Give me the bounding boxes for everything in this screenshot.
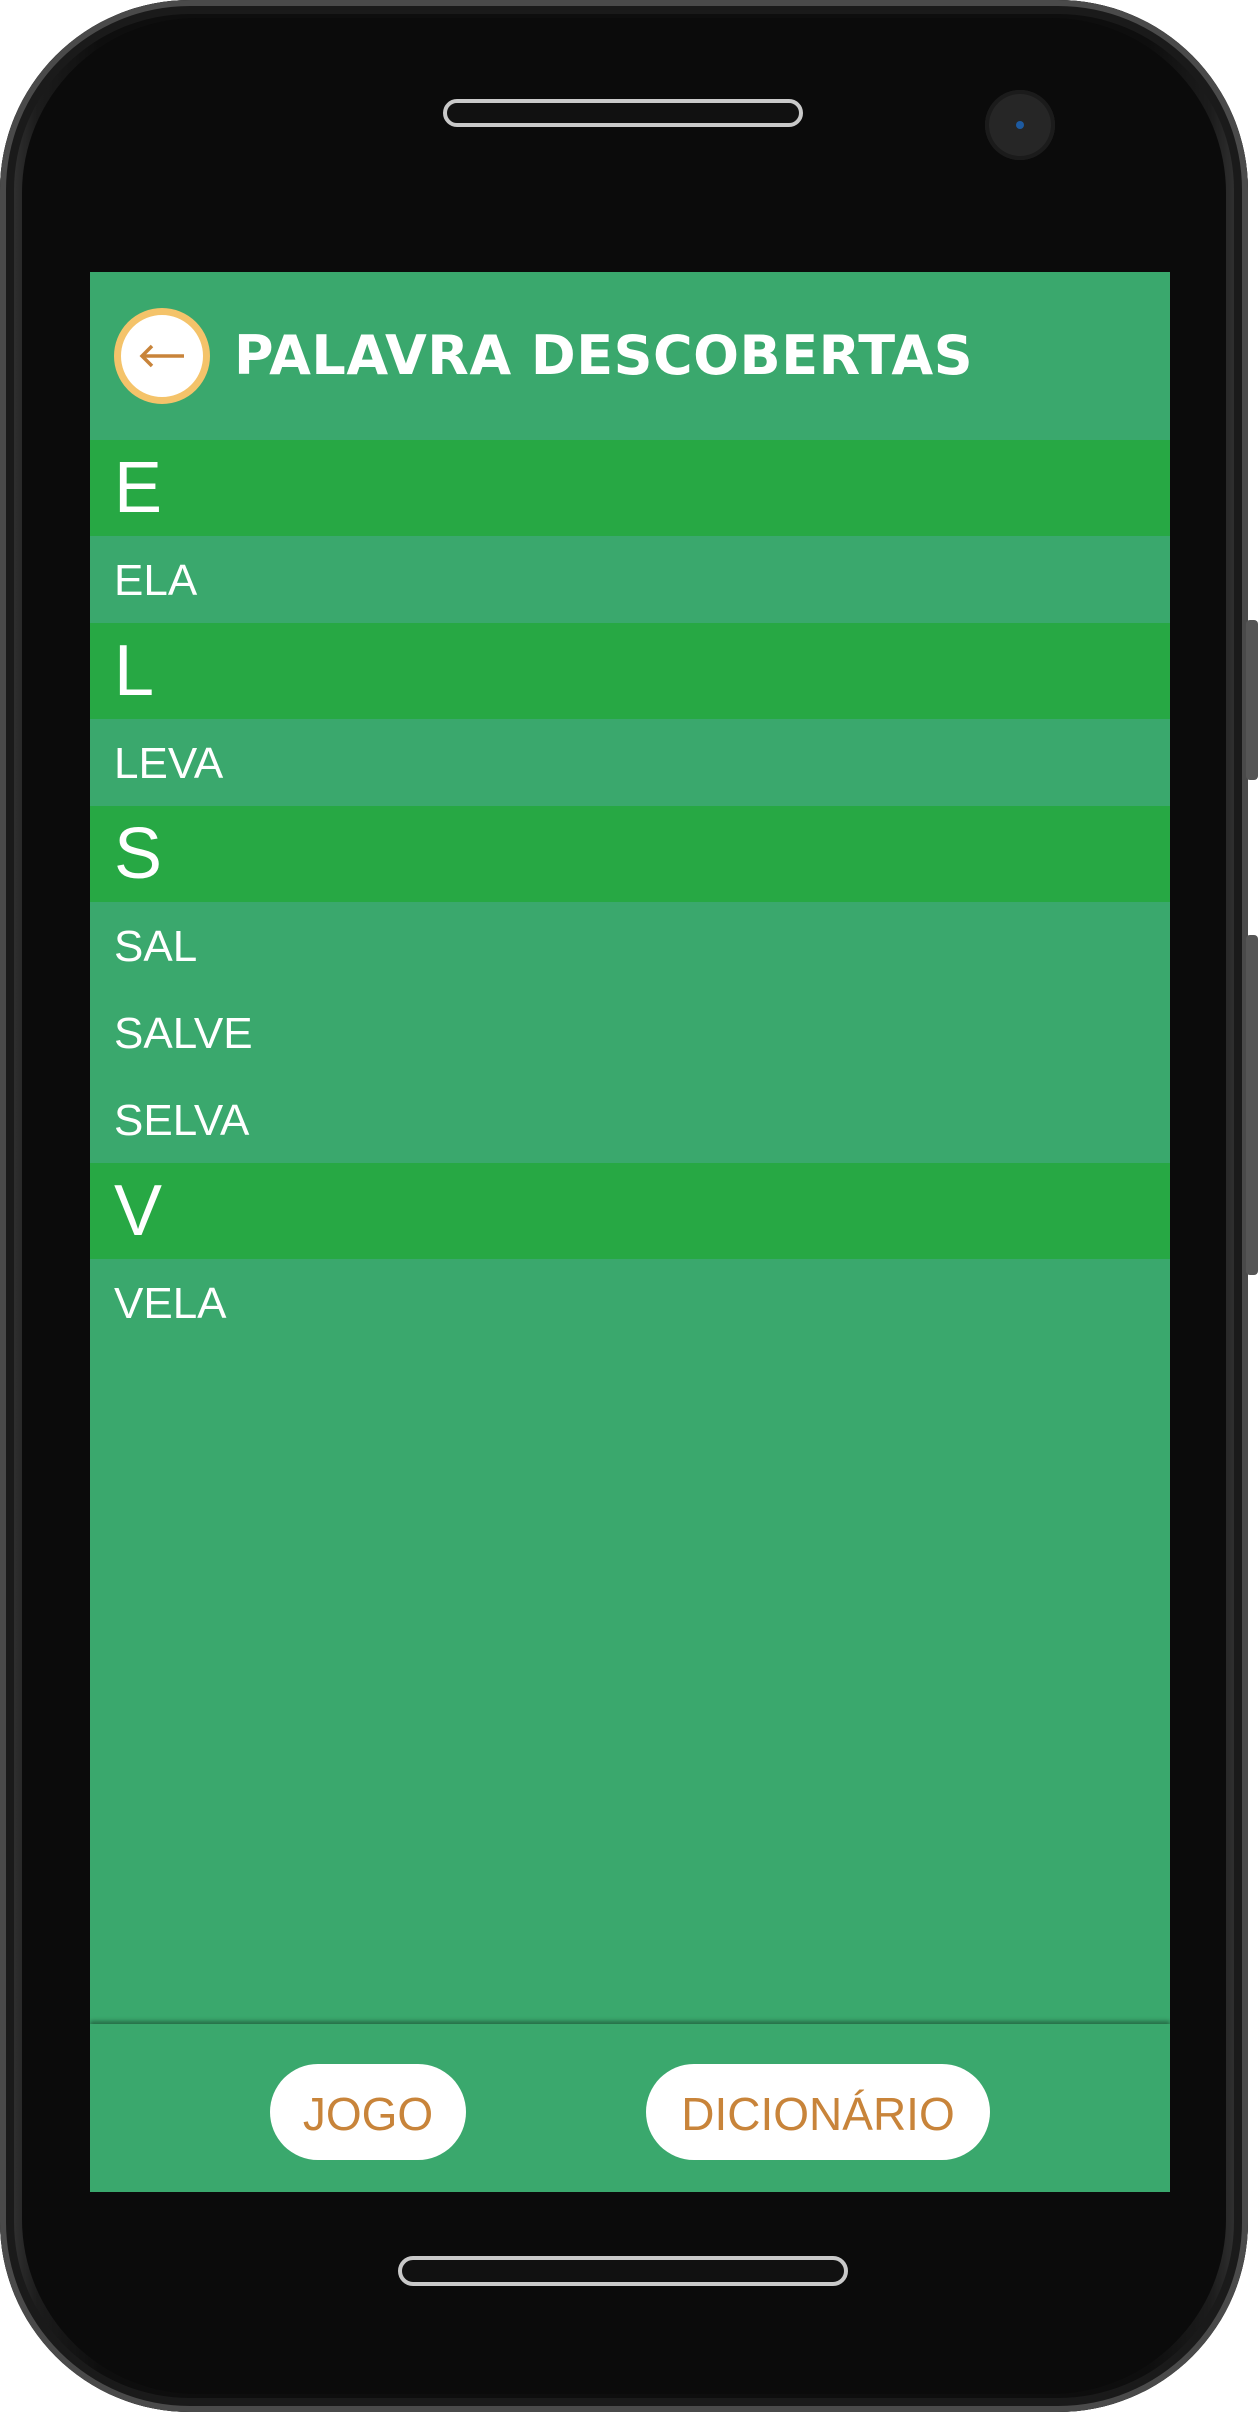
page-title: PALAVRA DESCOBERTAS bbox=[234, 324, 974, 387]
dictionary-button[interactable]: DICIONÁRIO bbox=[646, 2064, 990, 2160]
app-header: PALAVRA DESCOBERTAS bbox=[90, 272, 1170, 440]
word-item[interactable]: SAL bbox=[90, 902, 1170, 989]
bottom-bar: JOGO DICIONÁRIO bbox=[90, 2024, 1170, 2192]
word-item[interactable]: ELA bbox=[90, 536, 1170, 623]
discovered-words-list: E ELA L LEVA S SAL SALVE SELVA V VELA bbox=[90, 440, 1170, 1346]
game-button[interactable]: JOGO bbox=[270, 2064, 466, 2160]
arrow-left-icon bbox=[139, 344, 184, 368]
phone-camera bbox=[985, 90, 1055, 160]
section-header-e: E bbox=[90, 440, 1170, 536]
phone-speaker bbox=[443, 99, 803, 127]
back-button[interactable] bbox=[114, 308, 210, 404]
section-header-v: V bbox=[90, 1163, 1170, 1259]
word-item[interactable]: SELVA bbox=[90, 1076, 1170, 1163]
word-item[interactable]: SALVE bbox=[90, 989, 1170, 1076]
word-item[interactable]: VELA bbox=[90, 1259, 1170, 1346]
section-header-s: S bbox=[90, 806, 1170, 902]
phone-power-button bbox=[1246, 620, 1258, 780]
section-header-l: L bbox=[90, 623, 1170, 719]
phone-home-bar bbox=[398, 2256, 848, 2286]
word-item[interactable]: LEVA bbox=[90, 719, 1170, 806]
phone-volume-button bbox=[1246, 935, 1258, 1275]
app-screen: PALAVRA DESCOBERTAS E ELA L LEVA S SAL S… bbox=[90, 272, 1170, 2192]
